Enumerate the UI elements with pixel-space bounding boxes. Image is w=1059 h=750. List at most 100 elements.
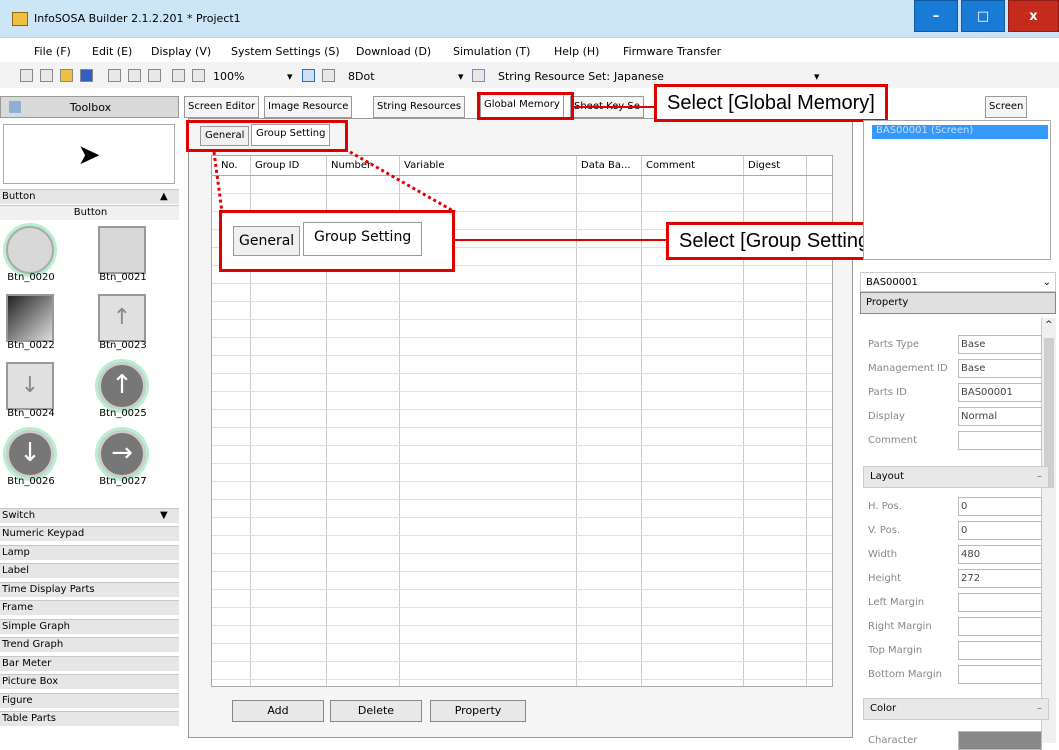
toolbox-item-label: Btn_0027 xyxy=(99,476,147,487)
property-button[interactable]: Property xyxy=(430,700,526,722)
string-resource-dropdown-icon[interactable]: ▾ xyxy=(814,70,820,83)
property-value[interactable]: 0 xyxy=(958,521,1042,540)
property-value[interactable] xyxy=(958,665,1042,684)
circle-up-arrow-icon: ↑ xyxy=(98,362,146,410)
screen-list-item[interactable]: BAS00001 (Screen) xyxy=(872,125,1048,139)
chevron-down-icon[interactable]: ⌄ xyxy=(1043,277,1051,288)
paste-icon[interactable] xyxy=(148,69,161,82)
screen-list[interactable]: BAS00001 (Screen) xyxy=(863,120,1051,260)
property-value[interactable]: 480 xyxy=(958,545,1042,564)
window-title: InfoSOSA Builder 2.1.2.201 * Project1 xyxy=(34,12,241,25)
property-scrollbar[interactable]: ^ xyxy=(1041,318,1056,743)
string-resource-value[interactable]: Japanese xyxy=(614,70,664,83)
toolbox-item[interactable]: ↓ Btn_0026 xyxy=(0,426,62,490)
toolbox-category[interactable]: Numeric Keypad xyxy=(0,526,179,541)
scroll-up-icon[interactable]: ^ xyxy=(1045,320,1053,330)
pointer-tool[interactable]: ➤ xyxy=(3,124,175,184)
maximize-button[interactable]: □ xyxy=(961,0,1005,32)
redo-icon[interactable] xyxy=(192,69,205,82)
property-value[interactable] xyxy=(958,641,1042,660)
property-value[interactable] xyxy=(958,593,1042,612)
new-project-icon[interactable] xyxy=(40,69,53,82)
column-header[interactable]: Digest xyxy=(748,160,780,171)
toolbox-category[interactable]: Table Parts xyxy=(0,711,179,726)
tab-string-resources[interactable]: String Resources xyxy=(373,96,466,118)
toolbox-category[interactable]: Time Display Parts xyxy=(0,582,179,597)
menu-simulation[interactable]: Simulation (T) xyxy=(453,45,530,58)
toolbox-header: Toolbox xyxy=(0,96,179,118)
layout-section-header[interactable]: Layout – xyxy=(863,466,1049,488)
menu-download[interactable]: Download (D) xyxy=(356,45,431,58)
tab-screen-editor[interactable]: Screen Editor xyxy=(184,96,260,118)
color-swatch[interactable] xyxy=(958,731,1042,750)
property-value[interactable]: BAS00001 xyxy=(958,383,1042,402)
toolbox-item[interactable]: Btn_0021 xyxy=(92,222,154,286)
toolbox-category[interactable]: Figure xyxy=(0,693,179,708)
close-button[interactable]: x xyxy=(1008,0,1059,32)
menu-file[interactable]: File (F) xyxy=(34,45,71,58)
toolbox-item[interactable]: ↓ Btn_0024 xyxy=(0,358,62,422)
menu-firmware-transfer[interactable]: Firmware Transfer xyxy=(623,45,721,58)
toolbox-category[interactable]: Bar Meter xyxy=(0,656,179,671)
toolbox-item[interactable]: Btn_0020 xyxy=(0,222,62,286)
property-label: Width xyxy=(868,549,898,560)
property-value[interactable] xyxy=(958,617,1042,636)
open-folder-icon[interactable] xyxy=(60,69,73,82)
chevron-up-icon[interactable]: ▲ xyxy=(160,190,168,204)
undo-icon[interactable] xyxy=(172,69,185,82)
save-icon[interactable] xyxy=(80,69,93,82)
title-bar: InfoSOSA Builder 2.1.2.201 * Project1 – … xyxy=(0,0,1059,38)
property-value[interactable]: 0 xyxy=(958,497,1042,516)
toolbox-item[interactable]: Btn_0022 xyxy=(0,290,62,354)
table-row-line xyxy=(212,337,832,338)
collapse-icon[interactable]: – xyxy=(1037,703,1042,714)
tab-image-resource[interactable]: Image Resource xyxy=(264,96,353,118)
toolbox-title: Toolbox xyxy=(69,101,112,114)
collapse-icon[interactable]: – xyxy=(1037,471,1042,482)
toolbox-category-button[interactable]: Button ▲ xyxy=(0,189,179,204)
menu-display[interactable]: Display (V) xyxy=(151,45,211,58)
property-value[interactable]: Base xyxy=(958,335,1042,354)
delete-button[interactable]: Delete xyxy=(330,700,422,722)
property-header: Property xyxy=(860,292,1056,314)
column-header[interactable]: Comment xyxy=(646,160,695,171)
menu-help[interactable]: Help (H) xyxy=(554,45,599,58)
zoom-dropdown-icon[interactable]: ▾ xyxy=(287,70,293,83)
property-value[interactable]: Normal xyxy=(958,407,1042,426)
color-section-header[interactable]: Color – xyxy=(863,698,1049,720)
grid-icon[interactable] xyxy=(302,69,315,82)
property-value[interactable] xyxy=(958,431,1042,450)
zoom-value[interactable]: 100% xyxy=(213,70,244,83)
dot-dropdown-icon[interactable]: ▾ xyxy=(458,70,464,83)
copy-icon[interactable] xyxy=(128,69,141,82)
property-value[interactable]: 272 xyxy=(958,569,1042,588)
toolbox-category[interactable]: Frame xyxy=(0,600,179,615)
menu-edit[interactable]: Edit (E) xyxy=(92,45,132,58)
table-row-line xyxy=(212,661,832,662)
toolbox-item[interactable]: ↑ Btn_0025 xyxy=(92,358,154,422)
toolbox-item-label: Btn_0021 xyxy=(99,272,147,283)
dot-value[interactable]: 8Dot xyxy=(348,70,375,83)
toolbox-category[interactable]: Simple Graph xyxy=(0,619,179,634)
chevron-down-icon[interactable]: ▼ xyxy=(160,509,168,523)
table-row-line xyxy=(212,283,832,284)
toolbox-category[interactable]: Label xyxy=(0,563,179,578)
toolbox-category-switch[interactable]: Switch ▼ xyxy=(0,508,179,523)
snap-icon[interactable] xyxy=(322,69,335,82)
new-icon[interactable] xyxy=(20,69,33,82)
callout-group-setting: Select [Group Setting] xyxy=(666,222,888,260)
toolbox-item[interactable]: → Btn_0027 xyxy=(92,426,154,490)
add-button[interactable]: Add xyxy=(232,700,324,722)
cut-icon[interactable] xyxy=(108,69,121,82)
toolbox-category[interactable]: Picture Box xyxy=(0,674,179,689)
minimize-button[interactable]: – xyxy=(914,0,958,32)
parts-selector[interactable]: BAS00001 ⌄ xyxy=(860,272,1056,292)
toolbox-item[interactable]: ↑ Btn_0023 xyxy=(92,290,154,354)
column-header[interactable]: Data Ba... xyxy=(581,160,631,171)
toolbox-category[interactable]: Trend Graph xyxy=(0,637,179,652)
toolbox-category[interactable]: Lamp xyxy=(0,545,179,560)
tab-screen[interactable]: Screen xyxy=(985,96,1028,118)
property-value[interactable]: Base xyxy=(958,359,1042,378)
menu-system-settings[interactable]: System Settings (S) xyxy=(231,45,340,58)
frame-icon[interactable] xyxy=(472,69,485,82)
